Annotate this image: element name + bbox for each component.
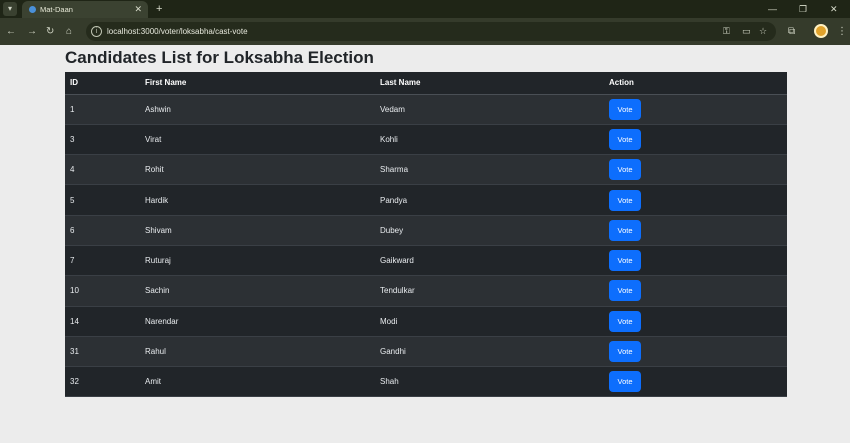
table-row: 6 Shivam Dubey Vote xyxy=(65,215,787,246)
table-row: 7 Ruturaj Gaikward Vote xyxy=(65,245,787,277)
close-tab-icon[interactable]: ✕ xyxy=(134,4,142,15)
page-title: Candidates List for Loksabha Election xyxy=(65,48,374,67)
vote-button[interactable]: Vote xyxy=(609,189,641,211)
close-window-button[interactable]: ✕ xyxy=(830,2,838,16)
cell-action: Vote xyxy=(609,275,787,307)
url-text[interactable]: localhost:3000/voter/loksabha/cast-vote xyxy=(107,26,248,37)
cell-first-name: Hardik xyxy=(145,184,380,216)
cell-action: Vote xyxy=(609,245,787,277)
browser-tab[interactable]: Mat-Daan ✕ xyxy=(22,1,148,18)
home-icon[interactable]: ⌂ xyxy=(66,25,72,38)
reload-icon[interactable]: ↻ xyxy=(46,25,54,38)
vote-button[interactable]: Vote xyxy=(609,250,641,272)
cell-last-name: Pandya xyxy=(380,184,609,216)
candidates-table: ID First Name Last Name Action 1 Ashwin Ve… xyxy=(65,72,787,398)
cell-first-name: Ruturaj xyxy=(145,245,380,277)
cell-id: 7 xyxy=(65,245,145,277)
column-header-action: Action xyxy=(609,72,787,95)
cell-first-name: Sachin xyxy=(145,275,380,307)
cast-icon[interactable]: ▭ xyxy=(742,26,751,37)
cell-id: 4 xyxy=(65,154,145,186)
forward-icon[interactable]: → xyxy=(27,25,37,38)
password-key-icon[interactable]: ⚿ xyxy=(723,26,730,37)
cell-id: 31 xyxy=(65,336,145,368)
cell-id: 6 xyxy=(65,215,145,246)
cell-last-name: Gaikward xyxy=(380,245,609,277)
cell-last-name: Dubey xyxy=(380,215,609,246)
cell-first-name: Rahul xyxy=(145,336,380,368)
favicon-icon xyxy=(29,6,36,13)
cell-first-name: Shivam xyxy=(145,215,380,246)
cell-id: 10 xyxy=(65,275,145,307)
cell-first-name: Ashwin xyxy=(145,94,380,125)
table-row: 31 Rahul Gandhi Vote xyxy=(65,336,787,368)
bookmark-star-icon[interactable]: ☆ xyxy=(759,26,767,37)
table-row: 14 Narendar Modi Vote xyxy=(65,306,787,337)
cell-last-name: Sharma xyxy=(380,154,609,186)
site-info-icon[interactable]: i xyxy=(91,26,102,37)
cell-action: Vote xyxy=(609,336,787,368)
tab-title: Mat-Daan xyxy=(40,5,73,14)
table-row: 4 Rohit Sharma Vote xyxy=(65,154,787,186)
profile-avatar-icon[interactable] xyxy=(814,24,828,38)
vote-button[interactable]: Vote xyxy=(609,371,641,393)
new-tab-button[interactable]: + xyxy=(156,2,162,16)
cell-last-name: Vedam xyxy=(380,94,609,125)
cell-action: Vote xyxy=(609,184,787,216)
vote-button[interactable]: Vote xyxy=(609,280,641,302)
cell-last-name: Gandhi xyxy=(380,336,609,368)
cell-id: 5 xyxy=(65,184,145,216)
table-row: 3 Virat Kohli Vote xyxy=(65,124,787,156)
cell-last-name: Shah xyxy=(380,366,609,398)
vote-button[interactable]: Vote xyxy=(609,219,641,241)
cell-id: 32 xyxy=(65,366,145,398)
page-content: Candidates List for Loksabha Election ID… xyxy=(0,45,850,443)
cell-action: Vote xyxy=(609,124,787,156)
back-icon[interactable]: ← xyxy=(6,25,16,38)
cell-action: Vote xyxy=(609,215,787,246)
table-row: 5 Hardik Pandya Vote xyxy=(65,184,787,216)
browser-tab-strip: ▾ Mat-Daan ✕ + — ❐ ✕ xyxy=(0,0,850,18)
table-header-row: ID First Name Last Name Action xyxy=(65,72,787,95)
column-header-id: ID xyxy=(65,72,145,95)
maximize-button[interactable]: ❐ xyxy=(799,2,807,16)
cell-last-name: Tendulkar xyxy=(380,275,609,307)
column-header-first-name: First Name xyxy=(145,72,380,95)
table-row: 32 Amit Shah Vote xyxy=(65,366,787,398)
vote-button[interactable]: Vote xyxy=(609,98,641,120)
cell-action: Vote xyxy=(609,154,787,186)
cell-first-name: Amit xyxy=(145,366,380,398)
cell-id: 1 xyxy=(65,94,145,125)
cell-last-name: Modi xyxy=(380,306,609,337)
column-header-last-name: Last Name xyxy=(380,72,609,95)
vote-button[interactable]: Vote xyxy=(609,159,641,181)
tab-search-icon[interactable]: ▾ xyxy=(3,2,17,16)
cell-action: Vote xyxy=(609,306,787,337)
vote-button[interactable]: Vote xyxy=(609,310,641,332)
minimize-button[interactable]: — xyxy=(768,2,777,16)
cell-first-name: Rohit xyxy=(145,154,380,186)
table-row: 1 Ashwin Vedam Vote xyxy=(65,94,787,125)
cell-first-name: Narendar xyxy=(145,306,380,337)
vote-button[interactable]: Vote xyxy=(609,341,641,363)
cell-id: 3 xyxy=(65,124,145,156)
cell-last-name: Kohli xyxy=(380,124,609,156)
menu-dots-icon[interactable]: ⋮ xyxy=(837,25,847,38)
cell-action: Vote xyxy=(609,94,787,125)
cell-action: Vote xyxy=(609,366,787,398)
cell-first-name: Virat xyxy=(145,124,380,156)
extensions-icon[interactable]: ⧉ xyxy=(788,25,795,38)
browser-toolbar: ← → ↻ ⌂ i localhost:3000/voter/loksabha/… xyxy=(0,18,850,45)
vote-button[interactable]: Vote xyxy=(609,128,641,150)
table-row: 10 Sachin Tendulkar Vote xyxy=(65,275,787,307)
address-bar[interactable]: i localhost:3000/voter/loksabha/cast-vot… xyxy=(86,22,776,41)
cell-id: 14 xyxy=(65,306,145,337)
